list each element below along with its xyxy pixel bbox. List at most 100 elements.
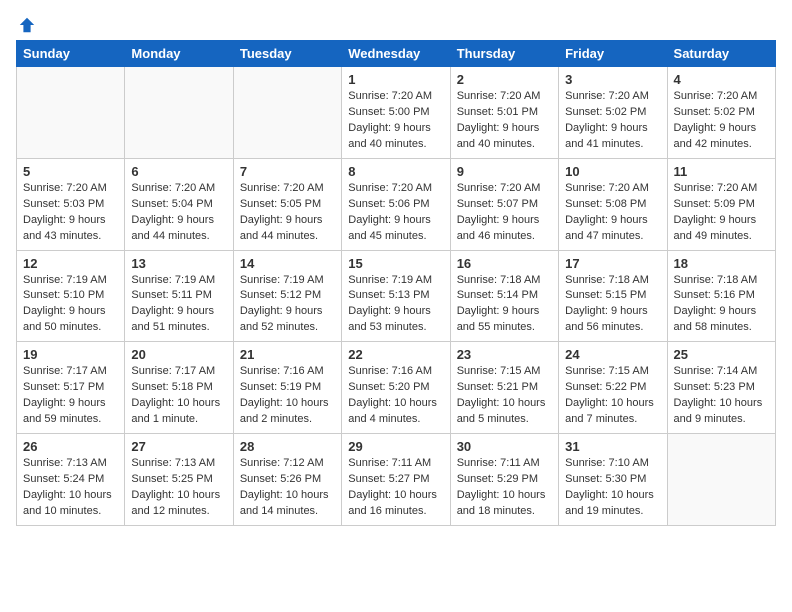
calendar-day-cell: 24 Sunrise: 7:15 AM Sunset: 5:22 PM Dayli…	[559, 342, 667, 434]
day-number: 2	[457, 72, 552, 87]
calendar-day-cell: 15Sunrise: 7:19 AM Sunset: 5:13 PM Dayli…	[342, 250, 450, 342]
day-number: 23	[457, 347, 552, 362]
day-info: Sunrise: 7:20 AM Sunset: 5:05 PM Dayligh…	[240, 181, 335, 245]
calendar-day-cell: 5 Sunrise: 7:20 AM Sunset: 5:03 PM Daylig…	[17, 158, 125, 250]
calendar-day-cell: 27 Sunrise: 7:13 AM Sunset: 5:25 PM Dayli…	[125, 434, 233, 526]
day-info: Sunrise: 7:14 AM Sunset: 5:23 PM Dayligh…	[674, 364, 769, 428]
day-info: Sunrise: 7:19 AM Sunset: 5:13 PM Dayligh…	[348, 273, 443, 337]
calendar-day-cell: 25 Sunrise: 7:14 AM Sunset: 5:23 PM Dayli…	[667, 342, 775, 434]
day-info: Sunrise: 7:18 AM Sunset: 5:15 PM Dayligh…	[565, 273, 660, 337]
logo-icon	[18, 16, 36, 34]
day-number: 20	[131, 347, 226, 362]
day-number: 10	[565, 164, 660, 179]
day-info: Sunrise: 7:17 AM Sunset: 5:17 PM Dayligh…	[23, 364, 118, 428]
day-info: Sunrise: 7:20 AM Sunset: 5:01 PM Dayligh…	[457, 89, 552, 153]
logo	[16, 16, 36, 34]
calendar-header-row: SundayMondayTuesdayWednesdayThursdayFrid…	[17, 41, 776, 67]
day-number: 13	[131, 256, 226, 271]
day-number: 21	[240, 347, 335, 362]
day-info: Sunrise: 7:20 AM Sunset: 5:02 PM Dayligh…	[674, 89, 769, 153]
day-info: Sunrise: 7:20 AM Sunset: 5:08 PM Dayligh…	[565, 181, 660, 245]
weekday-header-cell: Monday	[125, 41, 233, 67]
day-number: 14	[240, 256, 335, 271]
day-number: 19	[23, 347, 118, 362]
day-number: 22	[348, 347, 443, 362]
day-info: Sunrise: 7:15 AM Sunset: 5:22 PM Dayligh…	[565, 364, 660, 428]
calendar-day-cell: 1 Sunrise: 7:20 AM Sunset: 5:00 PM Daylig…	[342, 67, 450, 159]
calendar-day-cell	[233, 67, 341, 159]
day-info: Sunrise: 7:15 AM Sunset: 5:21 PM Dayligh…	[457, 364, 552, 428]
day-info: Sunrise: 7:16 AM Sunset: 5:20 PM Dayligh…	[348, 364, 443, 428]
day-number: 25	[674, 347, 769, 362]
day-info: Sunrise: 7:19 AM Sunset: 5:12 PM Dayligh…	[240, 273, 335, 337]
day-info: Sunrise: 7:16 AM Sunset: 5:19 PM Dayligh…	[240, 364, 335, 428]
calendar-day-cell	[125, 67, 233, 159]
day-number: 29	[348, 439, 443, 454]
calendar-day-cell: 16Sunrise: 7:18 AM Sunset: 5:14 PM Dayli…	[450, 250, 558, 342]
day-number: 31	[565, 439, 660, 454]
day-info: Sunrise: 7:20 AM Sunset: 5:02 PM Dayligh…	[565, 89, 660, 153]
calendar-day-cell: 3Sunrise: 7:20 AM Sunset: 5:02 PM Daylig…	[559, 67, 667, 159]
calendar-day-cell: 6 Sunrise: 7:20 AM Sunset: 5:04 PM Daylig…	[125, 158, 233, 250]
calendar-day-cell: 19 Sunrise: 7:17 AM Sunset: 5:17 PM Dayli…	[17, 342, 125, 434]
day-number: 1	[348, 72, 443, 87]
day-info: Sunrise: 7:12 AM Sunset: 5:26 PM Dayligh…	[240, 456, 335, 520]
weekday-header-cell: Friday	[559, 41, 667, 67]
calendar-table: SundayMondayTuesdayWednesdayThursdayFrid…	[16, 40, 776, 526]
day-info: Sunrise: 7:18 AM Sunset: 5:14 PM Dayligh…	[457, 273, 552, 337]
day-number: 11	[674, 164, 769, 179]
calendar-day-cell: 20 Sunrise: 7:17 AM Sunset: 5:18 PM Dayli…	[125, 342, 233, 434]
calendar-day-cell: 13 Sunrise: 7:19 AM Sunset: 5:11 PM Dayli…	[125, 250, 233, 342]
calendar-day-cell	[17, 67, 125, 159]
day-info: Sunrise: 7:19 AM Sunset: 5:10 PM Dayligh…	[23, 273, 118, 337]
calendar-week-row: 5 Sunrise: 7:20 AM Sunset: 5:03 PM Daylig…	[17, 158, 776, 250]
day-info: Sunrise: 7:20 AM Sunset: 5:09 PM Dayligh…	[674, 181, 769, 245]
weekday-header-cell: Sunday	[17, 41, 125, 67]
day-info: Sunrise: 7:19 AM Sunset: 5:11 PM Dayligh…	[131, 273, 226, 337]
day-number: 5	[23, 164, 118, 179]
calendar-day-cell: 18Sunrise: 7:18 AM Sunset: 5:16 PM Dayli…	[667, 250, 775, 342]
day-info: Sunrise: 7:20 AM Sunset: 5:00 PM Dayligh…	[348, 89, 443, 153]
calendar-day-cell: 11 Sunrise: 7:20 AM Sunset: 5:09 PM Dayli…	[667, 158, 775, 250]
calendar-week-row: 1 Sunrise: 7:20 AM Sunset: 5:00 PM Daylig…	[17, 67, 776, 159]
day-number: 30	[457, 439, 552, 454]
day-number: 28	[240, 439, 335, 454]
calendar-day-cell: 2 Sunrise: 7:20 AM Sunset: 5:01 PM Daylig…	[450, 67, 558, 159]
calendar-day-cell: 28 Sunrise: 7:12 AM Sunset: 5:26 PM Dayli…	[233, 434, 341, 526]
calendar-day-cell: 14 Sunrise: 7:19 AM Sunset: 5:12 PM Dayli…	[233, 250, 341, 342]
calendar-day-cell: 7 Sunrise: 7:20 AM Sunset: 5:05 PM Daylig…	[233, 158, 341, 250]
calendar-day-cell: 23 Sunrise: 7:15 AM Sunset: 5:21 PM Dayli…	[450, 342, 558, 434]
day-number: 24	[565, 347, 660, 362]
day-info: Sunrise: 7:11 AM Sunset: 5:27 PM Dayligh…	[348, 456, 443, 520]
day-info: Sunrise: 7:20 AM Sunset: 5:07 PM Dayligh…	[457, 181, 552, 245]
day-info: Sunrise: 7:13 AM Sunset: 5:25 PM Dayligh…	[131, 456, 226, 520]
calendar-week-row: 26 Sunrise: 7:13 AM Sunset: 5:24 PM Dayli…	[17, 434, 776, 526]
day-info: Sunrise: 7:20 AM Sunset: 5:04 PM Dayligh…	[131, 181, 226, 245]
day-number: 6	[131, 164, 226, 179]
calendar-week-row: 19 Sunrise: 7:17 AM Sunset: 5:17 PM Dayli…	[17, 342, 776, 434]
calendar-body: 1 Sunrise: 7:20 AM Sunset: 5:00 PM Daylig…	[17, 67, 776, 526]
weekday-header-cell: Tuesday	[233, 41, 341, 67]
day-number: 12	[23, 256, 118, 271]
calendar-day-cell: 22 Sunrise: 7:16 AM Sunset: 5:20 PM Dayli…	[342, 342, 450, 434]
day-info: Sunrise: 7:10 AM Sunset: 5:30 PM Dayligh…	[565, 456, 660, 520]
page-header	[16, 16, 776, 34]
day-info: Sunrise: 7:20 AM Sunset: 5:03 PM Dayligh…	[23, 181, 118, 245]
day-number: 17	[565, 256, 660, 271]
calendar-day-cell: 12 Sunrise: 7:19 AM Sunset: 5:10 PM Dayli…	[17, 250, 125, 342]
calendar-day-cell	[667, 434, 775, 526]
weekday-header-cell: Thursday	[450, 41, 558, 67]
calendar-day-cell: 4Sunrise: 7:20 AM Sunset: 5:02 PM Daylig…	[667, 67, 775, 159]
day-number: 26	[23, 439, 118, 454]
weekday-header-cell: Wednesday	[342, 41, 450, 67]
calendar-day-cell: 8Sunrise: 7:20 AM Sunset: 5:06 PM Daylig…	[342, 158, 450, 250]
weekday-header-cell: Saturday	[667, 41, 775, 67]
day-number: 27	[131, 439, 226, 454]
calendar-day-cell: 31 Sunrise: 7:10 AM Sunset: 5:30 PM Dayli…	[559, 434, 667, 526]
day-number: 7	[240, 164, 335, 179]
day-info: Sunrise: 7:11 AM Sunset: 5:29 PM Dayligh…	[457, 456, 552, 520]
day-info: Sunrise: 7:20 AM Sunset: 5:06 PM Dayligh…	[348, 181, 443, 245]
day-info: Sunrise: 7:18 AM Sunset: 5:16 PM Dayligh…	[674, 273, 769, 337]
day-info: Sunrise: 7:13 AM Sunset: 5:24 PM Dayligh…	[23, 456, 118, 520]
day-info: Sunrise: 7:17 AM Sunset: 5:18 PM Dayligh…	[131, 364, 226, 428]
